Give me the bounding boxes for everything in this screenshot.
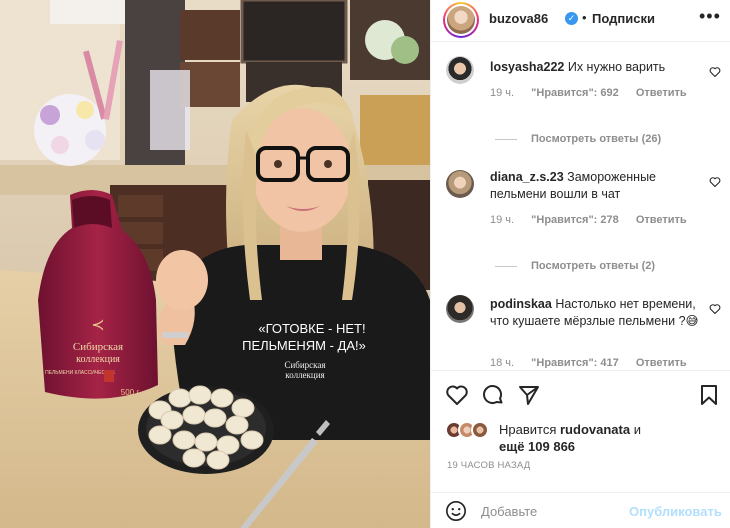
smiley-icon[interactable] [445, 500, 467, 522]
post-image-illustration: «ГОТОВКЕ - НЕТ! ПЕЛЬМЕНЯМ - ДА!» Сибирск… [0, 0, 430, 528]
comments-list[interactable]: losyasha222 Их нужно варить 19 ч. "Нрави… [431, 43, 730, 368]
bookmark-icon[interactable] [697, 383, 721, 407]
shirt-slogan-line1: «ГОТОВКЕ - НЕТ! [258, 321, 365, 336]
reply-button[interactable]: Ответить [636, 357, 687, 368]
commenter-username[interactable]: losyasha222 [490, 60, 564, 74]
commenter-username[interactable]: diana_z.s.23 [490, 170, 564, 184]
following-button[interactable]: Подписки [592, 11, 655, 26]
comment-age: 19 ч. [490, 214, 515, 226]
liked-by-conj: и [633, 422, 641, 437]
bag-brand-line1: Сибирская [73, 341, 123, 353]
comment-likes-count[interactable]: "Нравится": 278 [531, 214, 619, 226]
comment-text: Их нужно варить [567, 60, 666, 74]
speech-bubble-icon[interactable] [481, 383, 505, 407]
shirt-brand-line2: коллекция [285, 370, 324, 380]
comment-likes-count[interactable]: "Нравится": 692 [531, 87, 619, 99]
bag-weight: 500 г [121, 388, 140, 397]
post-actions-bar [431, 370, 730, 418]
shirt-brand-line1: Сибирская [284, 360, 325, 370]
more-options-icon[interactable]: ••• [699, 6, 721, 27]
comment-meta: 18 ч. "Нравится": 417 Ответить [490, 357, 701, 368]
comment-like-heart-icon[interactable] [709, 176, 721, 188]
comment-meta: 19 ч. "Нравится": 692 Ответить [490, 87, 701, 99]
comment-like-heart-icon[interactable] [709, 66, 721, 78]
commenter-avatar[interactable] [446, 56, 474, 84]
author-username[interactable]: buzova86 [489, 11, 548, 26]
shirt-slogan-line2: ПЕЛЬМЕНЯМ - ДА!» [242, 338, 366, 353]
header-separator: • [582, 10, 587, 25]
post-photo[interactable]: «ГОТОВКЕ - НЕТ! ПЕЛЬМЕНЯМ - ДА!» Сибирск… [0, 0, 430, 528]
likes-count-link[interactable]: ещё 109 866 [499, 439, 575, 454]
view-replies-button[interactable]: Посмотреть ответы (26) [495, 133, 661, 145]
heart-icon[interactable] [445, 383, 469, 407]
commenter-avatar[interactable] [446, 295, 474, 323]
liked-by-summary: Нравится rudovanata и ещё 109 866 [445, 419, 725, 459]
view-replies-button[interactable]: Посмотреть ответы (2) [495, 260, 655, 272]
comment-text-block: losyasha222 Их нужно варить [490, 59, 700, 76]
comment-likes-count[interactable]: "Нравится": 417 [531, 357, 619, 368]
post-sidebar: buzova86 ✓ • Подписки ••• losyasha222 Их… [430, 0, 730, 528]
paper-plane-icon[interactable] [517, 383, 541, 407]
view-replies-label: Посмотреть ответы (26) [531, 133, 662, 145]
post-header: buzova86 ✓ • Подписки ••• [431, 0, 730, 42]
bag-brand-line2: коллекция [76, 354, 120, 365]
post-timestamp[interactable]: 19 ЧАСОВ НАЗАД [447, 460, 530, 471]
comment-text-block: diana_z.s.23 Замороженные пельмени вошли… [490, 169, 700, 202]
verified-badge-icon: ✓ [565, 12, 578, 25]
comment-meta: 19 ч. "Нравится": 278 Ответить [490, 214, 701, 226]
liked-by-avatars[interactable] [445, 421, 495, 441]
view-replies-label: Посмотреть ответы (2) [531, 260, 656, 272]
liked-by-prefix: Нравится [499, 422, 557, 437]
commenter-username[interactable]: podinskaa [490, 297, 552, 311]
liked-by-username[interactable]: rudovanata [560, 422, 630, 437]
author-avatar[interactable] [443, 2, 479, 38]
liked-by-text: Нравится rudovanata и ещё 109 866 [499, 421, 641, 455]
comment-age: 19 ч. [490, 87, 515, 99]
comment-composer: Опубликовать [431, 492, 730, 528]
reply-button[interactable]: Ответить [636, 214, 687, 226]
comment-age: 18 ч. [490, 357, 515, 368]
commenter-avatar[interactable] [446, 170, 474, 198]
reply-button[interactable]: Ответить [636, 87, 687, 99]
bag-logo-mark: ≺ [91, 317, 104, 334]
comment-text-block: podinskaa Настолько нет времени, что куш… [490, 296, 700, 329]
comment-like-heart-icon[interactable] [709, 303, 721, 315]
publish-button[interactable]: Опубликовать [629, 504, 722, 519]
